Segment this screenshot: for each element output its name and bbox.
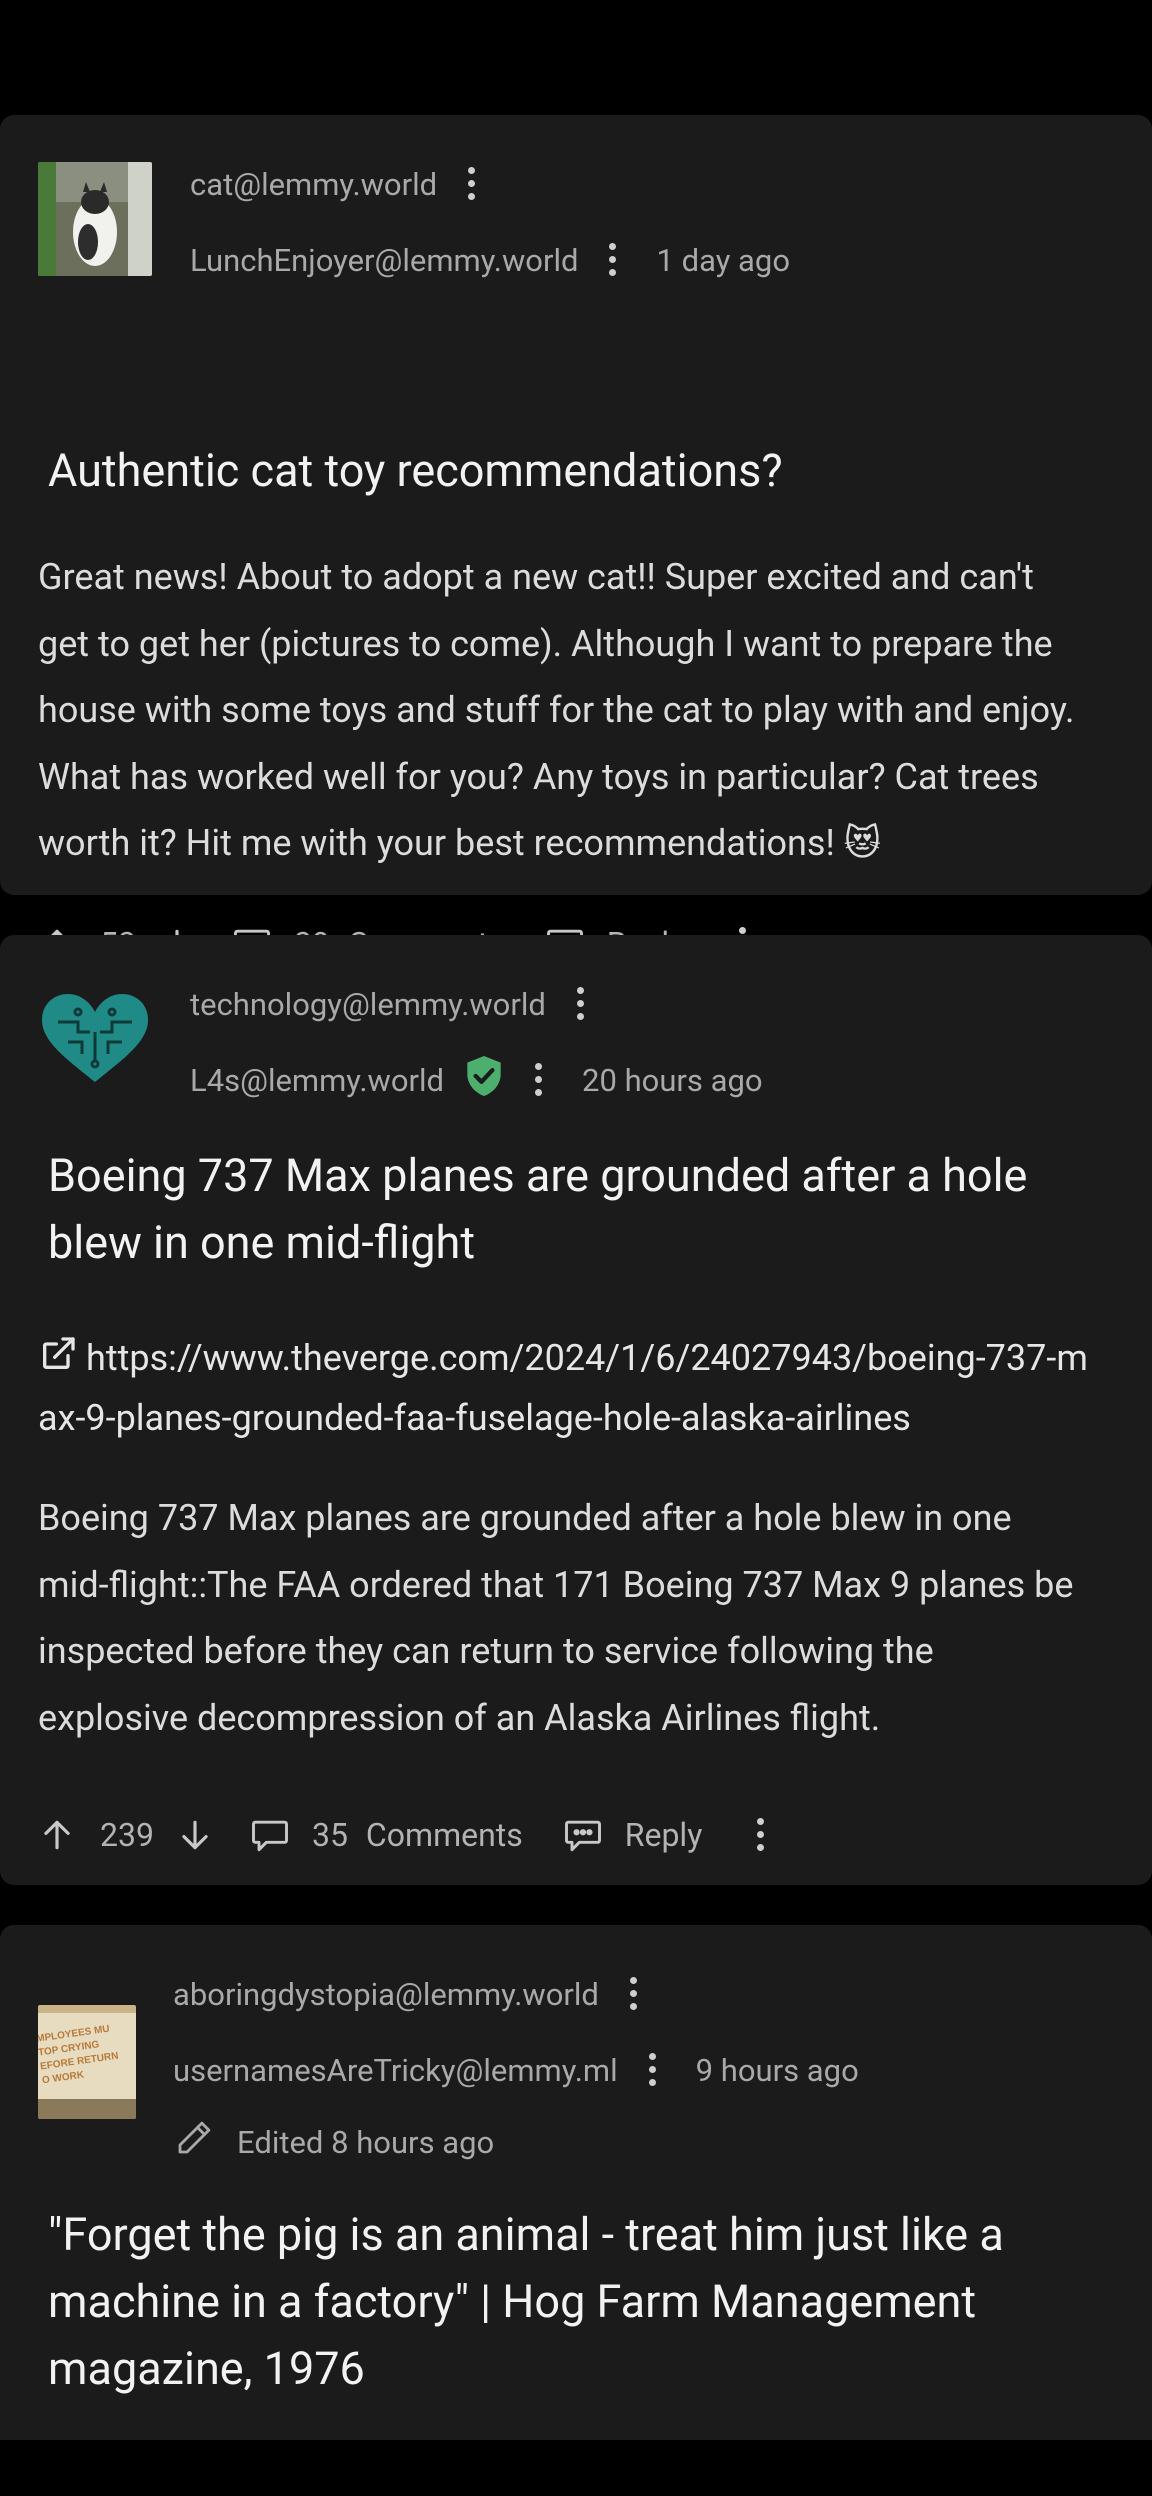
community-more-icon[interactable] — [576, 985, 584, 1023]
community-name[interactable]: cat@lemmy.world — [190, 166, 437, 203]
edited-label: Edited 8 hours ago — [237, 2123, 495, 2161]
post-time: 9 hours ago — [695, 2051, 859, 2089]
community-more-icon[interactable] — [629, 1975, 637, 2013]
upvote-icon[interactable] — [38, 1816, 76, 1854]
score: 239 — [100, 1816, 154, 1854]
reply-icon[interactable] — [561, 1813, 605, 1857]
post-title[interactable]: Boeing 737 Max planes are grounded after… — [48, 1142, 1084, 1276]
post-link[interactable]: https://www.theverge.com/2024/1/6/240279… — [38, 1330, 1094, 1446]
status-bar-area — [0, 0, 1152, 115]
comments-label[interactable]: Comments — [366, 1816, 523, 1854]
comment-count[interactable]: 35 — [312, 1816, 348, 1854]
community-more-icon[interactable] — [467, 165, 476, 203]
post-thumbnail[interactable] — [38, 982, 152, 1096]
community-name[interactable]: technology@lemmy.world — [190, 986, 546, 1023]
post-time: 20 hours ago — [582, 1061, 763, 1099]
post-card[interactable]: cat@lemmy.world LunchEnjoyer@lemmy.world… — [0, 115, 1152, 963]
author-more-icon[interactable] — [648, 2051, 656, 2089]
author-more-icon[interactable] — [534, 1061, 543, 1099]
post-card[interactable]: technology@lemmy.world L4s@lemmy.world 2… — [0, 935, 1152, 1885]
post-thumbnail[interactable] — [38, 162, 152, 276]
post-time: 1 day ago — [656, 241, 791, 279]
post-thumbnail[interactable]: MPLOYEES MU TOP CRYING EFORE RETURN O WO… — [38, 2005, 136, 2119]
post-title[interactable]: Authentic cat toy recommendations? — [48, 437, 1084, 504]
post-more-icon[interactable] — [756, 1816, 765, 1854]
post-actions: 239 35 Comments Reply — [38, 1813, 765, 1857]
author-name[interactable]: L4s@lemmy.world — [190, 1062, 444, 1099]
post-body: Great news! About to adopt a new cat!! S… — [38, 556, 1075, 864]
post-body: Boeing 737 Max planes are grounded after… — [38, 1497, 1074, 1739]
downvote-icon[interactable] — [176, 1816, 214, 1854]
post-url[interactable]: https://www.theverge.com/2024/1/6/240279… — [38, 1337, 1088, 1439]
post-title[interactable]: "Forget the pig is an animal - treat him… — [48, 2201, 1084, 2402]
external-link-icon — [38, 1334, 78, 1390]
reply-label[interactable]: Reply — [625, 1816, 703, 1854]
author-more-icon[interactable] — [608, 241, 617, 279]
post-card[interactable]: MPLOYEES MU TOP CRYING EFORE RETURN O WO… — [0, 1925, 1152, 2440]
community-name[interactable]: aboringdystopia@lemmy.world — [173, 1976, 599, 2013]
pencil-icon — [173, 2117, 215, 2167]
comment-icon[interactable] — [248, 1813, 292, 1857]
author-name[interactable]: usernamesAreTricky@lemmy.ml — [173, 2052, 618, 2089]
verified-shield-icon — [464, 1054, 504, 1106]
author-name[interactable]: LunchEnjoyer@lemmy.world — [190, 242, 578, 279]
